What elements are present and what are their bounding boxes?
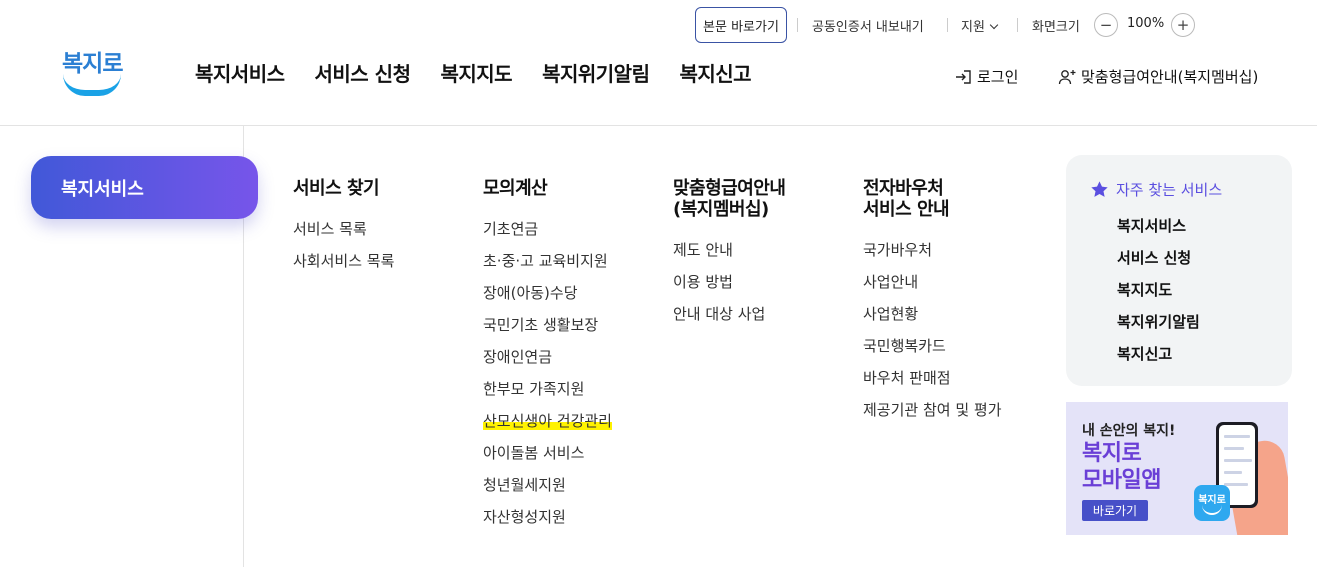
menu-link[interactable]: 사업안내 — [863, 272, 1002, 304]
menu-column-membership: 맞춤형급여안내 (복지멤버십) 제도 안내 이용 방법 안내 대상 사업 — [673, 178, 786, 336]
menu-column-simulation: 모의계산 기초연금 초·중·고 교육비지원 장애(아동)수당 국민기초 생활보장… — [483, 178, 612, 539]
menu-link[interactable]: 장애인연금 — [483, 347, 612, 379]
menu-link[interactable]: 제도 안내 — [673, 240, 785, 272]
login-label: 로그인 — [977, 68, 1019, 86]
user-plus-icon — [1058, 69, 1076, 84]
nav-welfare-report[interactable]: 복지신고 — [679, 58, 751, 87]
column-title: 맞춤형급여안내 (복지멤버십) — [673, 178, 786, 220]
screen-line — [1224, 435, 1250, 438]
menu-link[interactable]: 자산형성지원 — [483, 507, 612, 539]
menu-link[interactable]: 제공기관 참여 및 평가 — [863, 400, 1002, 432]
menu-link[interactable]: 국민기초 생활보장 — [483, 315, 612, 347]
zoom-label: 화면크기 — [1032, 20, 1080, 35]
support-label: 지원 — [961, 20, 985, 35]
login-link[interactable]: 로그인 — [955, 66, 1018, 87]
main-nav: 복지서비스 서비스 신청 복지지도 복지위기알림 복지신고 — [195, 58, 781, 87]
mobile-app-banner[interactable]: 내 손안의 복지! 복지로 모바일앱 바로가기 복지로 — [1066, 402, 1288, 535]
menu-link[interactable]: 사업현황 — [863, 304, 1002, 336]
skip-to-content-link[interactable]: 본문 바로가기 — [695, 7, 787, 43]
membership-link[interactable]: 맞춤형급여안내(복지멤버십) — [1058, 66, 1258, 87]
favorite-item[interactable]: 서비스 신청 — [1117, 248, 1200, 280]
menu-link[interactable]: 이용 방법 — [673, 272, 785, 304]
chevron-down-icon — [989, 20, 999, 30]
nav-service-apply[interactable]: 서비스 신청 — [315, 58, 411, 87]
menu-column-voucher: 전자바우처 서비스 안내 국가바우처 사업안내 사업현황 국민행복카드 바우처 … — [863, 178, 1002, 432]
menu-link[interactable]: 국가바우처 — [863, 240, 1002, 272]
favorites-list: 복지서비스 서비스 신청 복지지도 복지위기알림 복지신고 — [1117, 216, 1200, 376]
logo-text: 복지로 — [62, 51, 123, 77]
menu-link[interactable]: 바우처 판매점 — [863, 368, 1002, 400]
column-title: 전자바우처 서비스 안내 — [863, 178, 950, 220]
zoom-out-button[interactable]: − — [1094, 13, 1118, 37]
screen-line — [1224, 483, 1248, 486]
menu-column-service-find: 서비스 찾기 서비스 목록 사회서비스 목록 — [293, 178, 394, 283]
menu-link[interactable]: 초·중·고 교육비지원 — [483, 251, 612, 283]
zoom-value: 100% — [1127, 16, 1165, 31]
favorite-item[interactable]: 복지위기알림 — [1117, 312, 1200, 344]
screen-line — [1224, 447, 1244, 450]
logo-smile-mark — [63, 74, 121, 96]
menu-link[interactable]: 장애(아동)수당 — [483, 283, 612, 315]
divider — [1017, 18, 1018, 32]
nav-crisis-alert[interactable]: 복지위기알림 — [542, 58, 650, 87]
login-icon — [956, 69, 971, 84]
app-icon: 복지로 — [1194, 485, 1230, 521]
menu-link[interactable]: 아이돌봄 서비스 — [483, 443, 612, 475]
menu-link[interactable]: 사회서비스 목록 — [293, 251, 394, 283]
menu-link[interactable]: 안내 대상 사업 — [673, 304, 785, 336]
menu-link[interactable]: 국민행복카드 — [863, 336, 1002, 368]
menu-link[interactable]: 기초연금 — [483, 219, 612, 251]
nav-welfare-service[interactable]: 복지서비스 — [195, 58, 285, 87]
divider — [797, 18, 798, 32]
support-dropdown[interactable]: 지원 — [961, 16, 999, 35]
banner-title: 복지로 모바일앱 — [1082, 441, 1161, 493]
favorite-item[interactable]: 복지지도 — [1117, 280, 1200, 312]
favorite-item[interactable]: 복지신고 — [1117, 344, 1200, 376]
star-icon — [1091, 181, 1108, 197]
favorites-title: 자주 찾는 서비스 — [1090, 179, 1222, 200]
site-logo[interactable]: 복지로 — [60, 44, 124, 98]
menu-link[interactable]: 서비스 목록 — [293, 219, 394, 251]
menu-link[interactable]: 한부모 가족지원 — [483, 379, 612, 411]
utility-bar: 본문 바로가기 공동인증서 내보내기 지원 화면크기 − 100% + — [617, 7, 1317, 43]
category-welfare-service[interactable]: 복지서비스 — [31, 156, 258, 219]
membership-label: 맞춤형급여안내(복지멤버십) — [1081, 68, 1259, 86]
menu-link[interactable]: 청년월세지원 — [483, 475, 612, 507]
divider — [947, 18, 948, 32]
banner-tagline: 내 손안의 복지! — [1082, 423, 1176, 439]
column-title: 서비스 찾기 — [293, 178, 380, 199]
favorite-item[interactable]: 복지서비스 — [1117, 216, 1200, 248]
banner-go-button[interactable]: 바로가기 — [1082, 500, 1148, 521]
favorites-title-label: 자주 찾는 서비스 — [1116, 181, 1223, 199]
favorites-box: 자주 찾는 서비스 복지서비스 서비스 신청 복지지도 복지위기알림 복지신고 — [1066, 155, 1292, 386]
screen-line — [1224, 471, 1242, 474]
zoom-in-button[interactable]: + — [1171, 13, 1195, 37]
nav-welfare-map[interactable]: 복지지도 — [440, 58, 512, 87]
column-title: 모의계산 — [483, 178, 548, 199]
highlighted-label: 산모신생아 건강관리 — [483, 412, 612, 430]
screen-line — [1224, 459, 1252, 462]
cert-export-link[interactable]: 공동인증서 내보내기 — [812, 16, 924, 35]
header-divider — [0, 125, 1317, 126]
menu-link-highlighted[interactable]: 산모신생아 건강관리 — [483, 411, 612, 443]
